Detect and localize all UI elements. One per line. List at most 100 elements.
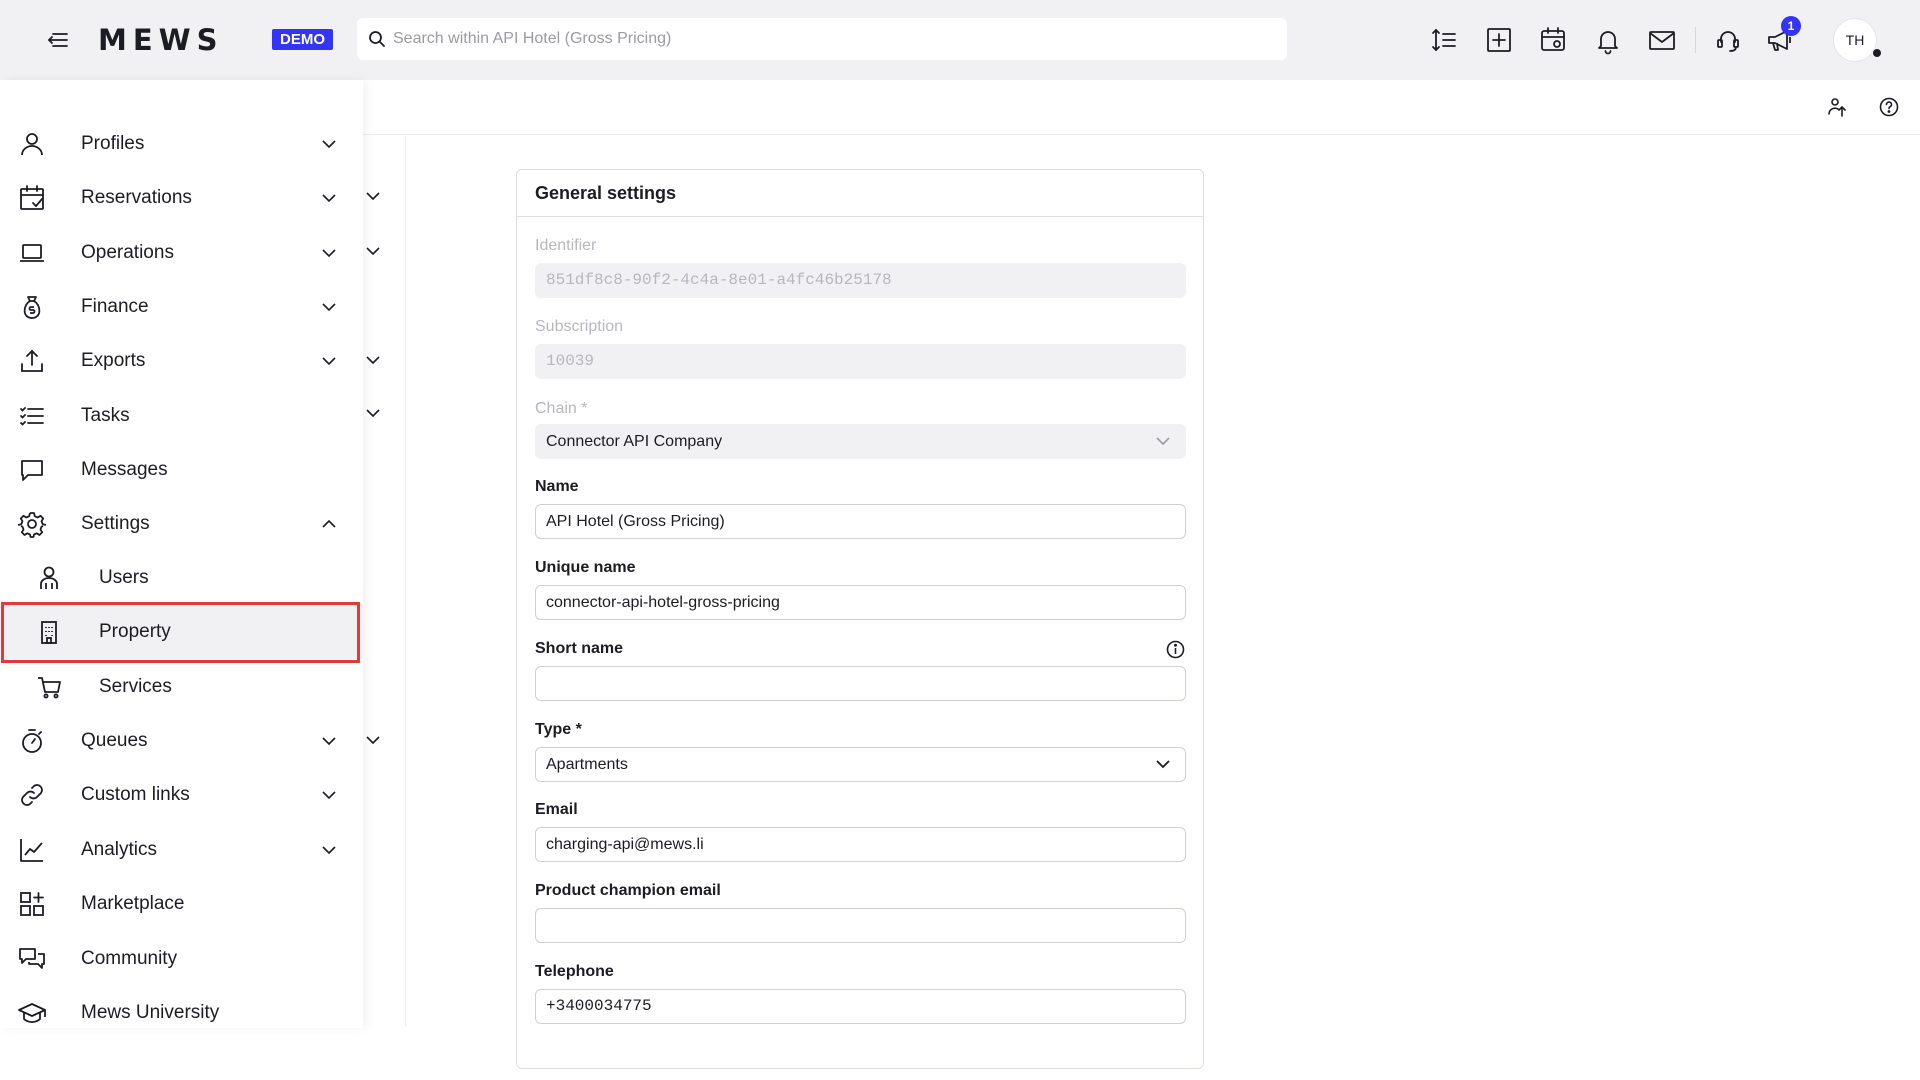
sidebar-item-mews-university[interactable]: Mews University: [0, 986, 363, 1040]
sidebar-item-profiles[interactable]: Profiles: [0, 117, 363, 171]
email-input[interactable]: charging-api@mews.li: [535, 827, 1186, 862]
sidebar-item-settings[interactable]: Settings: [0, 497, 363, 551]
sidebar-item-services[interactable]: Services: [0, 660, 363, 714]
short-name-input[interactable]: [535, 666, 1186, 701]
name-label: Name: [535, 478, 579, 495]
subscription-field: 10039: [535, 344, 1186, 379]
sidebar-item-messages[interactable]: Messages: [0, 443, 363, 497]
user-switch-icon[interactable]: [1826, 96, 1848, 118]
sidebar-item-label: Finance: [81, 296, 149, 317]
money-bag-icon: [23, 296, 41, 319]
sidebar-item-label: Services: [99, 676, 172, 697]
chevron-down-icon: [366, 247, 380, 256]
chevron-down-icon: [366, 409, 380, 418]
sidebar-item-label: Queues: [81, 730, 148, 751]
chevron-down-icon: [366, 736, 380, 745]
link-icon: [21, 784, 43, 806]
sidebar-item-operations[interactable]: Operations: [0, 226, 363, 280]
chevron-down-icon: [322, 791, 336, 800]
chevron-down-icon: [322, 846, 336, 855]
mews-logo[interactable]: MEWS: [98, 22, 224, 58]
unique-name-label: Unique name: [535, 559, 636, 576]
top-bar: MEWS DEMO Search within API Hotel (Gross…: [0, 0, 1920, 80]
sidebar-item-reservations[interactable]: Reservations: [0, 171, 363, 225]
sidebar-item-analytics[interactable]: Analytics: [0, 823, 363, 877]
subscription-label: Subscription: [535, 318, 624, 335]
identifier-field: 851df8c8-90f2-4c4a-8e01-a4fc46b25178: [535, 263, 1186, 298]
type-value: Apartments: [546, 756, 628, 773]
chevron-up-icon: [322, 519, 336, 528]
chevron-down-icon: [1156, 760, 1170, 769]
chevron-down-icon: [322, 737, 336, 746]
laptop-icon: [20, 244, 44, 262]
chevron-down-icon: [322, 249, 336, 258]
chevron-down-icon: [322, 140, 336, 149]
menu-collapse-icon[interactable]: [44, 26, 72, 54]
cart-icon: [38, 677, 61, 699]
sidebar-item-queues[interactable]: Queues: [0, 714, 363, 768]
chain-value: Connector API Company: [546, 433, 723, 450]
stopwatch-icon: [22, 729, 42, 753]
chat-bubble-icon: [21, 460, 43, 481]
calendar-view-icon[interactable]: [1538, 25, 1568, 55]
support-icon[interactable]: [1713, 25, 1743, 55]
identifier-label: Identifier: [535, 237, 597, 254]
sidebar-item-exports[interactable]: Exports: [0, 334, 363, 388]
bell-icon[interactable]: [1593, 25, 1623, 55]
info-icon[interactable]: [1165, 639, 1186, 660]
add-new-icon[interactable]: [1484, 25, 1514, 55]
chevron-down-icon: [366, 356, 380, 365]
user-icon: [21, 133, 43, 156]
type-select[interactable]: Apartments: [535, 747, 1186, 782]
search-input[interactable]: [393, 18, 1273, 60]
sidebar-item-label: Exports: [81, 350, 146, 371]
product-champion-email-label: Product champion email: [535, 882, 721, 899]
card-title: General settings: [517, 170, 1203, 217]
user-avatar[interactable]: TH: [1833, 18, 1877, 62]
sidebar-item-label: Operations: [81, 242, 174, 263]
sidebar-item-custom-links[interactable]: Custom links: [0, 768, 363, 822]
building-icon: [41, 621, 57, 644]
background-menu-column: [362, 136, 406, 1026]
chain-label: Chain *: [535, 400, 588, 417]
checklist-icon: [20, 407, 44, 426]
short-name-label: Short name: [535, 640, 624, 657]
users-icon: [40, 566, 58, 589]
sidebar-item-label: Mews University: [81, 1002, 220, 1023]
unique-name-input[interactable]: connector-api-hotel-gross-pricing: [535, 585, 1186, 620]
name-input[interactable]: API Hotel (Gross Pricing): [535, 504, 1186, 539]
telephone-input[interactable]: +3400034775: [535, 989, 1186, 1024]
mail-icon[interactable]: [1647, 25, 1677, 55]
sidebar-item-finance[interactable]: Finance: [0, 280, 363, 334]
toolbar-divider: [1695, 27, 1696, 53]
sidebar-item-property[interactable]: Property: [0, 605, 363, 659]
conversation-icon: [19, 948, 45, 969]
search-bar[interactable]: [357, 18, 1287, 60]
product-champion-email-input[interactable]: [535, 908, 1186, 943]
chevron-down-icon: [322, 303, 336, 312]
gear-icon: [18, 512, 46, 538]
sidebar-item-label: Reservations: [81, 187, 192, 208]
sidebar-item-label: Messages: [81, 459, 168, 480]
sidebar-item-label: Custom links: [81, 784, 190, 805]
sidebar-item-label: Tasks: [81, 405, 130, 426]
sidebar-item-marketplace[interactable]: Marketplace: [0, 877, 363, 931]
chevron-down-icon: [322, 194, 336, 203]
sidebar-item-label: Community: [81, 948, 178, 969]
search-icon: [369, 31, 385, 47]
sidebar-item-label: Marketplace: [81, 893, 185, 914]
sidebar-item-community[interactable]: Community: [0, 932, 363, 986]
sidebar-item-tasks[interactable]: Tasks: [0, 389, 363, 443]
email-label: Email: [535, 801, 578, 818]
telephone-label: Telephone: [535, 963, 614, 980]
chevron-down-icon: [322, 357, 336, 366]
sidebar-item-label: Property: [99, 621, 171, 642]
type-label: Type *: [535, 721, 582, 738]
chevron-down-icon: [1156, 437, 1170, 446]
sidebar-item-label: Analytics: [81, 839, 158, 860]
line-spacing-icon[interactable]: [1429, 25, 1459, 55]
sidebar-item-label: Profiles: [81, 133, 145, 154]
help-icon[interactable]: [1878, 96, 1900, 118]
line-chart-icon: [20, 839, 43, 862]
sidebar-item-users[interactable]: Users: [0, 551, 363, 605]
